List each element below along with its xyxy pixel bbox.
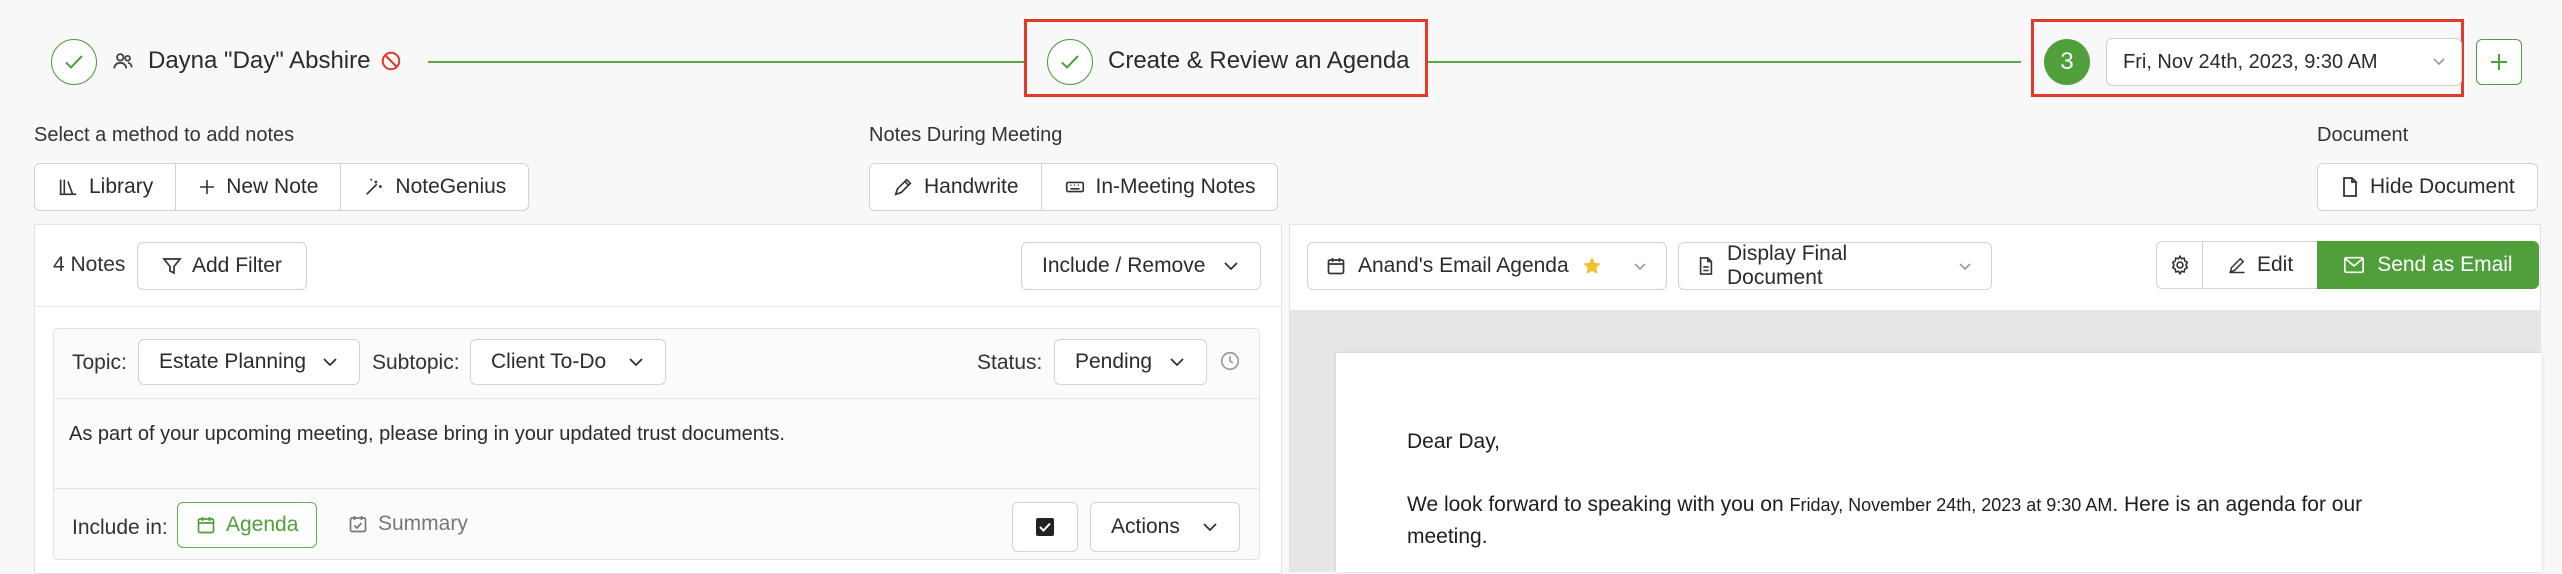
send-as-email-button[interactable]: Send as Email — [2317, 241, 2539, 289]
calendar-icon — [1326, 256, 1346, 276]
document-icon — [2340, 176, 2360, 198]
edit-button[interactable]: Edit — [2202, 241, 2318, 289]
display-mode-dropdown[interactable]: Display Final Document — [1678, 242, 1992, 290]
chevron-down-icon — [1957, 258, 1973, 274]
letter-meeting-date: Friday, November 24th, 2023 at 9:30 AM — [1789, 495, 2113, 515]
letter-body: We look forward to speaking with you on … — [1407, 493, 2363, 548]
handwrite-button[interactable]: Handwrite — [870, 164, 1042, 210]
progress-connector — [428, 61, 1024, 63]
keyboard-icon — [1064, 176, 1086, 198]
settings-button[interactable] — [2156, 241, 2202, 289]
in-meeting-notes-button[interactable]: In-Meeting Notes — [1042, 164, 1278, 210]
hide-document-button[interactable]: Hide Document — [2317, 163, 2538, 211]
meeting-date-value: Fri, Nov 24th, 2023, 9:30 AM — [2123, 50, 2378, 73]
include-in-label: Include in: — [72, 516, 168, 539]
add-notes-toolbar: Library New Note NoteGenius — [34, 163, 530, 211]
add-meeting-button[interactable] — [2476, 39, 2522, 85]
divider — [54, 488, 1259, 489]
plus-icon — [198, 178, 216, 196]
people-icon — [112, 50, 134, 72]
subtopic-dropdown[interactable]: Client To-Do — [470, 339, 666, 385]
meeting-date-select[interactable]: Fri, Nov 24th, 2023, 9:30 AM — [2106, 38, 2462, 86]
chevron-down-icon — [1222, 257, 1240, 275]
client-name[interactable]: Dayna "Day" Abshire — [148, 47, 370, 75]
select-note-checkbox[interactable] — [1012, 502, 1078, 552]
notes-count: 4 Notes — [53, 253, 126, 276]
progress-connector — [1428, 61, 2021, 63]
pencil-icon — [2227, 255, 2247, 275]
calendar-check-icon — [348, 514, 368, 534]
library-icon — [57, 176, 79, 198]
letter-greeting: Dear Day, — [1407, 430, 1500, 453]
checkbox-checked-icon — [1035, 517, 1055, 537]
during-meeting-label: Notes During Meeting — [869, 124, 1063, 146]
filter-icon — [162, 256, 182, 276]
plus-icon — [2488, 51, 2510, 73]
document-icon — [1697, 255, 1715, 277]
include-remove-dropdown[interactable]: Include / Remove — [1021, 242, 1261, 290]
notegenius-button[interactable]: NoteGenius — [341, 164, 528, 210]
note-text[interactable]: As part of your upcoming meeting, please… — [69, 423, 785, 446]
topic-label: Topic: — [72, 351, 127, 374]
new-note-button[interactable]: New Note — [176, 164, 342, 210]
chevron-down-icon — [627, 353, 645, 371]
email-icon — [2343, 255, 2365, 275]
agenda-step-check-icon — [1047, 39, 1093, 85]
document-page: Dear Day, We look forward to speaking wi… — [1336, 353, 2542, 572]
subtopic-label: Subtopic: — [372, 351, 460, 374]
status-dropdown[interactable]: Pending — [1054, 339, 1207, 385]
magic-wand-icon — [363, 176, 385, 198]
chevron-down-icon — [1201, 518, 1219, 536]
chevron-down-icon — [2431, 53, 2447, 69]
divider — [54, 398, 1259, 399]
status-label: Status: — [977, 351, 1043, 374]
step-title[interactable]: Create & Review an Agenda — [1108, 47, 1410, 75]
chevron-down-icon — [321, 353, 339, 371]
step-number-badge: 3 — [2044, 39, 2090, 85]
include-summary-toggle[interactable]: Summary — [348, 512, 468, 536]
document-actions: Edit Send as Email — [2156, 241, 2539, 289]
chevron-down-icon — [1168, 353, 1186, 371]
document-label: Document — [2317, 124, 2409, 146]
library-button[interactable]: Library — [35, 164, 177, 210]
do-not-contact-icon — [380, 50, 402, 72]
include-agenda-toggle[interactable]: Agenda — [177, 502, 318, 548]
clock-icon[interactable] — [1219, 350, 1241, 372]
client-step-check-icon — [51, 39, 97, 85]
star-icon[interactable] — [1581, 255, 1603, 277]
calendar-icon — [196, 515, 216, 535]
add-notes-label: Select a method to add notes — [34, 124, 295, 146]
chevron-down-icon — [1632, 258, 1648, 274]
divider — [34, 306, 1282, 307]
template-dropdown[interactable]: Anand's Email Agenda — [1307, 242, 1667, 290]
topic-dropdown[interactable]: Estate Planning — [138, 339, 360, 385]
add-filter-button[interactable]: Add Filter — [137, 242, 307, 290]
gear-icon — [2169, 254, 2191, 276]
actions-dropdown[interactable]: Actions — [1090, 502, 1240, 552]
during-meeting-toolbar: Handwrite In-Meeting Notes — [869, 163, 1279, 211]
pen-icon — [892, 176, 914, 198]
